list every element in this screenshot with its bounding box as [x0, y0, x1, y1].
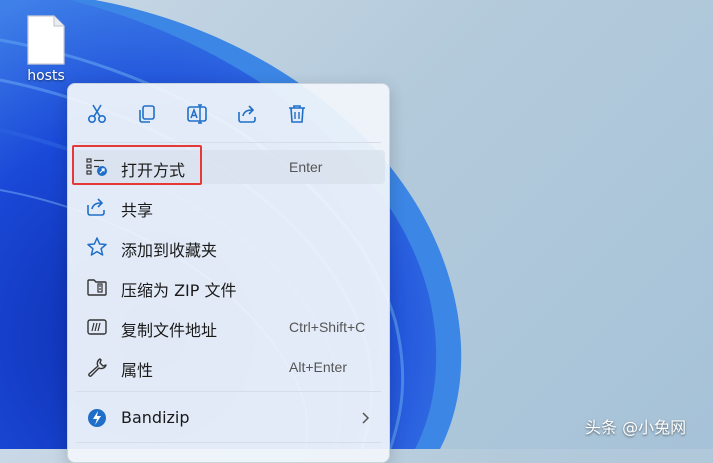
context-toolbar [68, 94, 389, 134]
menu-item-copy-path[interactable]: 复制文件地址 Ctrl+Shift+C [73, 310, 385, 344]
desktop-file-hosts[interactable]: hosts [18, 10, 74, 84]
menu-item-label: 复制文件地址 [121, 321, 218, 340]
share-icon [87, 198, 105, 216]
menu-item-label: 属性 [121, 361, 154, 380]
delete-button[interactable] [277, 94, 317, 134]
menu-separator [76, 442, 381, 443]
menu-item-add-favorites[interactable]: 添加到收藏夹 [73, 230, 385, 264]
file-icon [27, 15, 65, 65]
menu-item-label: 添加到收藏夹 [121, 241, 218, 260]
copy-icon [139, 105, 155, 123]
copy-path-icon [87, 319, 107, 335]
chevron-right-icon [362, 412, 370, 424]
menu-item-compress-zip[interactable]: 压缩为 ZIP 文件 [73, 270, 385, 304]
rename-button[interactable] [177, 94, 217, 134]
context-menu: 打开方式 Enter 共享 添加到收藏夹 压缩为 ZIP 文件 复制文件地址 C [67, 83, 390, 463]
share-icon [238, 105, 256, 123]
wrench-icon [88, 358, 107, 377]
star-icon [87, 237, 107, 256]
menu-item-open-with[interactable]: 打开方式 Enter [73, 150, 385, 184]
menu-item-label: 共享 [121, 201, 154, 220]
menu-item-share[interactable]: 共享 [73, 190, 385, 224]
menu-item-label: 压缩为 ZIP 文件 [121, 281, 237, 300]
copy-button[interactable] [127, 94, 167, 134]
menu-item-shortcut: Enter [289, 159, 323, 175]
menu-item-bandizip[interactable]: Bandizip [73, 401, 385, 435]
menu-item-properties[interactable]: 属性 Alt+Enter [73, 350, 385, 384]
desktop-file-label: hosts [27, 68, 65, 84]
menu-item-shortcut: Ctrl+Shift+C [289, 319, 366, 335]
cut-button[interactable] [77, 94, 117, 134]
open-with-icon [86, 158, 107, 176]
menu-item-shortcut: Alt+Enter [289, 359, 347, 375]
bandizip-icon [88, 409, 106, 427]
watermark: 头条 @小兔网 [585, 418, 687, 437]
scissors-icon [87, 104, 107, 124]
zip-folder-icon [87, 279, 107, 296]
menu-item-label: 打开方式 [121, 161, 186, 180]
menu-item-label: Bandizip [121, 408, 190, 427]
menu-separator [76, 391, 381, 392]
trash-icon [289, 105, 305, 123]
share-button[interactable] [227, 94, 267, 134]
rename-icon [187, 104, 207, 124]
menu-separator [76, 142, 381, 143]
